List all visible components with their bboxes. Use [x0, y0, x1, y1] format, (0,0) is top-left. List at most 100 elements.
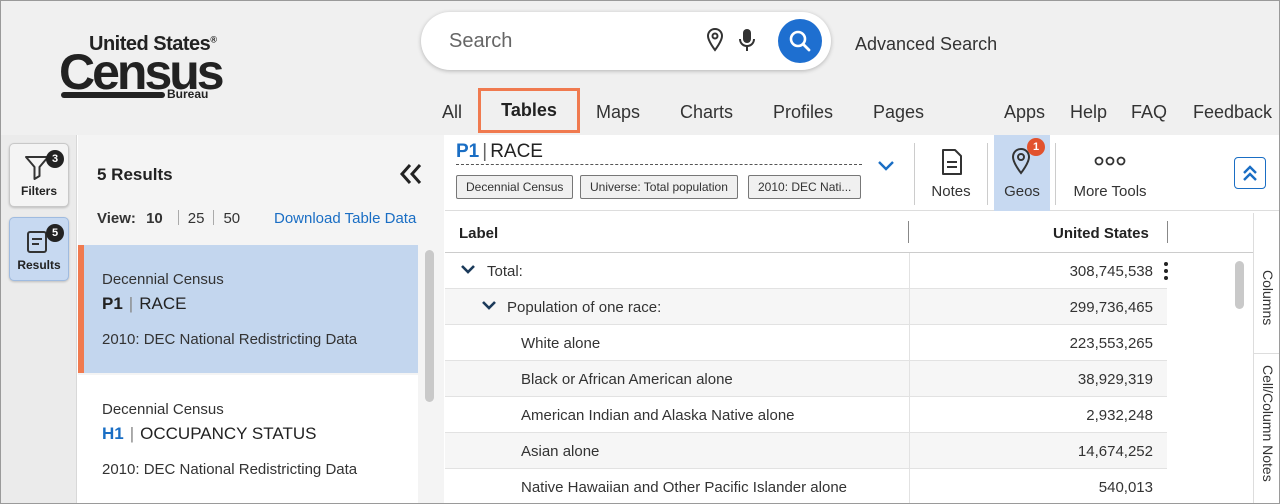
double-chevron-up-icon: [1243, 165, 1257, 181]
row-label: Population of one race:: [507, 299, 662, 316]
more-tools-icon: [1094, 156, 1126, 166]
row-value: 2,932,248: [1086, 407, 1153, 424]
table-row[interactable]: Black or African American alone 38,929,3…: [445, 361, 1167, 397]
table-row[interactable]: Asian alone 14,674,252: [445, 433, 1167, 469]
census-logo[interactable]: United States® Census Bureau: [59, 31, 229, 103]
chip-program: Decennial Census: [456, 175, 574, 199]
results-panel: 5 Results View: 10 25 50 Download Table Da…: [78, 135, 444, 503]
table-scrollbar[interactable]: [1235, 261, 1244, 309]
more-tools-label: More Tools: [1073, 183, 1147, 200]
nav-charts[interactable]: Charts: [680, 102, 733, 123]
result-card-selected[interactable]: Decennial Census P1 | RACE 2010: DEC Natio…: [78, 245, 418, 373]
nav-apps[interactable]: Apps: [1004, 102, 1045, 123]
result-title: RACE: [139, 294, 187, 313]
column-resize-handle[interactable]: [908, 221, 909, 243]
table-toolbar: P1 | RACE Decennial Census Universe: Total…: [445, 135, 1279, 211]
site-header: United States® Census Bureau Advanced Se…: [1, 1, 1279, 135]
search-box: [421, 12, 831, 70]
table-row[interactable]: White alone 223,553,265: [445, 325, 1167, 361]
filters-badge: 3: [46, 150, 64, 168]
row-value: 540,013: [1098, 479, 1153, 496]
row-value: 14,674,252: [1077, 443, 1153, 460]
view-option-10[interactable]: 10: [146, 210, 163, 227]
table-header-row: Label United States: [445, 213, 1253, 253]
row-label: American Indian and Alaska Native alone: [521, 407, 795, 424]
geos-label: Geos: [1004, 183, 1040, 200]
left-rail: 3 Filters 5 Results: [1, 135, 77, 503]
tab-cell-column-notes[interactable]: Cell/Column Notes: [1254, 353, 1279, 493]
chevron-down-icon[interactable]: [877, 159, 895, 177]
filters-label: Filters: [20, 184, 57, 198]
row-label: White alone: [521, 335, 601, 352]
document-list-icon: [27, 231, 47, 253]
nav-maps[interactable]: Maps: [596, 102, 640, 123]
collapse-panel-icon[interactable]: [398, 161, 424, 192]
tab-columns[interactable]: Columns: [1254, 263, 1279, 333]
notes-button[interactable]: Notes: [921, 135, 981, 211]
table-code: P1: [456, 141, 480, 162]
notes-label: Notes: [931, 183, 971, 200]
nav-all[interactable]: All: [442, 102, 462, 123]
row-label: Total:: [487, 263, 523, 280]
nav-feedback[interactable]: Feedback: [1193, 102, 1272, 123]
kebab-menu-icon[interactable]: [1163, 261, 1169, 285]
chip-universe: Universe: Total population: [580, 175, 738, 199]
table-row[interactable]: Total: 308,745,538: [445, 253, 1169, 289]
column-resize-handle[interactable]: [1167, 221, 1168, 243]
nav-pages[interactable]: Pages: [873, 102, 924, 123]
data-table: Label United States Total: 308,745,538 P…: [445, 213, 1253, 503]
result-title: OCCUPANCY STATUS: [140, 424, 317, 443]
logo-bar: [61, 92, 165, 98]
chevron-down-icon[interactable]: [460, 263, 476, 280]
location-pin-icon[interactable]: [706, 27, 724, 57]
nav-tables[interactable]: Tables: [478, 88, 580, 133]
table-name: RACE: [490, 141, 543, 162]
result-source: Decennial Census: [102, 271, 224, 288]
view-label: View:: [97, 210, 136, 227]
view-option-25[interactable]: 25: [188, 210, 205, 227]
nav-profiles[interactable]: Profiles: [773, 102, 833, 123]
advanced-search-link[interactable]: Advanced Search: [855, 34, 997, 55]
geos-badge: 1: [1027, 138, 1045, 156]
side-tabs: Columns Cell/Column Notes: [1253, 213, 1279, 503]
results-scrollbar[interactable]: [425, 250, 434, 402]
result-dataset: 2010: DEC National Redistricting Data: [102, 461, 358, 478]
geos-button[interactable]: 1 Geos: [994, 135, 1050, 211]
table-row[interactable]: American Indian and Alaska Native alone …: [445, 397, 1167, 433]
row-value: 308,745,538: [1069, 263, 1153, 280]
microphone-icon[interactable]: [737, 27, 757, 58]
result-source: Decennial Census: [102, 401, 224, 418]
search-input[interactable]: [449, 26, 699, 56]
row-value: 38,929,319: [1077, 371, 1153, 388]
column-header-geo[interactable]: United States: [1053, 225, 1149, 242]
download-table-data-link[interactable]: Download Table Data: [274, 210, 416, 227]
result-code: H1: [102, 424, 124, 443]
row-value: 299,736,465: [1069, 299, 1153, 316]
table-title[interactable]: P1 | RACE: [456, 141, 862, 165]
view-option-50[interactable]: 50: [223, 210, 240, 227]
census-app: United States® Census Bureau Advanced Se…: [0, 0, 1280, 504]
column-header-label[interactable]: Label: [459, 225, 498, 242]
search-icon: [789, 30, 811, 52]
nav-help[interactable]: Help: [1070, 102, 1107, 123]
results-label: Results: [17, 258, 61, 272]
table-row[interactable]: Native Hawaiian and Other Pacific Island…: [445, 469, 1167, 503]
chevron-down-icon[interactable]: [481, 299, 497, 316]
nav-faq[interactable]: FAQ: [1131, 102, 1167, 123]
row-label: Native Hawaiian and Other Pacific Island…: [521, 479, 848, 496]
view-selector: View: 10 25 50: [97, 210, 240, 227]
result-card[interactable]: Decennial Census H1 | OCCUPANCY STATUS 201…: [78, 375, 418, 503]
search-button[interactable]: [778, 19, 822, 63]
table-row[interactable]: Population of one race: 299,736,465: [445, 289, 1167, 325]
results-button[interactable]: 5 Results: [9, 217, 69, 281]
logo-line-3: Bureau: [167, 87, 209, 101]
filters-button[interactable]: 3 Filters: [9, 143, 69, 207]
result-dataset: 2010: DEC National Redistricting Data: [102, 331, 358, 348]
collapse-toolbar-button[interactable]: [1234, 157, 1266, 189]
chip-dataset: 2010: DEC Nati...: [748, 175, 862, 199]
more-tools-button[interactable]: More Tools: [1065, 135, 1155, 211]
results-count: 5 Results: [97, 165, 173, 184]
results-badge: 5: [46, 224, 64, 242]
row-value: 223,553,265: [1069, 335, 1153, 352]
notes-icon: [942, 149, 962, 175]
